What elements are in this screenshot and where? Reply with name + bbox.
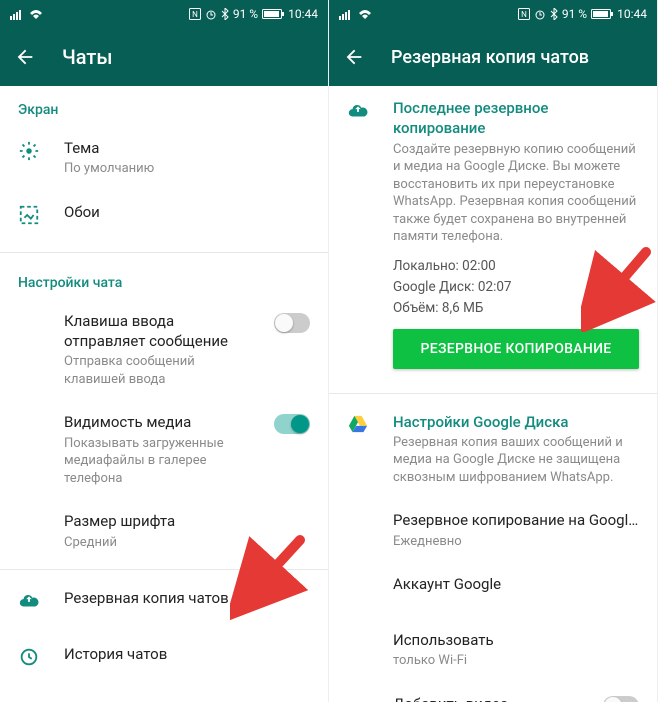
back-icon[interactable]: [14, 46, 36, 68]
clock-text: 10:44: [288, 7, 318, 21]
last-backup-section: Последнее резервное копирование Создайте…: [329, 86, 657, 387]
network-use-value: только Wi-Fi: [393, 652, 639, 670]
signal-icon: [10, 8, 24, 20]
enter-send-toggle[interactable]: [274, 313, 310, 333]
theme-value: По умолчанию: [64, 160, 310, 178]
nfc-icon: N: [518, 8, 530, 20]
left-screenshot: N 91 % 10:44 Чаты Экран Тема По умолчани…: [0, 0, 329, 702]
network-use-row[interactable]: Использовать только Wi-Fi: [329, 618, 657, 682]
alarm-icon: [205, 8, 217, 20]
enter-send-label: Клавиша ввода отправляет сообщение: [64, 311, 252, 352]
backup-to-google-label: Резервное копирование на Googl…: [393, 510, 639, 530]
font-size-label: Размер шрифта: [64, 511, 310, 531]
app-bar: Резервная копия чатов: [329, 28, 657, 86]
gdrive-desc: Резервная копия ваших сообщений и медиа …: [393, 434, 639, 487]
google-drive-icon: [347, 414, 369, 434]
backup-now-button[interactable]: РЕЗЕРВНОЕ КОПИРОВАНИЕ: [393, 329, 639, 369]
wallpaper-row[interactable]: Обои: [0, 190, 328, 246]
font-size-row[interactable]: Размер шрифта Средний: [0, 499, 328, 563]
cloud-upload-icon: [347, 100, 369, 122]
alarm-icon: [534, 8, 546, 20]
section-chat-settings: Настройки чата: [0, 259, 328, 299]
wifi-icon: [357, 8, 373, 20]
battery-text: 91 %: [233, 7, 258, 21]
page-title: Резервная копия чатов: [391, 47, 589, 68]
include-video-label: Добавить видео: [393, 694, 581, 702]
svg-text:N: N: [192, 10, 198, 19]
gdrive-time: Google Диск: 02:07: [393, 277, 639, 298]
wifi-icon: [28, 8, 44, 20]
clock-text: 10:44: [617, 7, 647, 21]
wallpaper-label: Обои: [64, 202, 310, 222]
theme-row[interactable]: Тема По умолчанию: [0, 126, 328, 190]
backup-size: Объём: 8,6 МБ: [393, 298, 639, 319]
chat-history-label: История чатов: [64, 644, 310, 664]
font-size-value: Средний: [64, 534, 310, 552]
status-bar: N 91 % 10:44: [0, 0, 328, 28]
bluetooth-icon: [221, 8, 229, 20]
battery-icon: [262, 9, 284, 19]
signal-icon: [339, 8, 353, 20]
history-icon: [18, 646, 40, 668]
last-backup-desc: Создайте резервную копию сообщений и мед…: [393, 141, 639, 246]
include-video-row[interactable]: Добавить видео: [329, 682, 657, 702]
nfc-icon: N: [189, 8, 201, 20]
last-backup-heading: Последнее резервное копирование: [393, 98, 639, 139]
chat-history-row[interactable]: История чатов: [0, 632, 328, 688]
enter-send-sub: Отправка сообщений клавишей ввода: [64, 353, 252, 388]
battery-icon: [591, 9, 613, 19]
local-time: Локально: 02:00: [393, 256, 639, 277]
chat-backup-label: Резервная копия чатов: [64, 588, 310, 608]
network-use-label: Использовать: [393, 630, 639, 650]
svg-text:N: N: [521, 10, 527, 19]
media-visibility-sub: Показывать загруженные медиафайлы в гале…: [64, 435, 252, 488]
enter-send-row[interactable]: Клавиша ввода отправляет сообщение Отпра…: [0, 299, 328, 401]
chat-backup-row[interactable]: Резервная копия чатов: [0, 576, 328, 632]
include-video-toggle[interactable]: [603, 696, 639, 702]
theme-label: Тема: [64, 138, 310, 158]
page-title: Чаты: [62, 45, 112, 69]
google-account-label: Аккаунт Google: [393, 574, 639, 594]
google-account-row[interactable]: Аккаунт Google: [329, 562, 657, 618]
wallpaper-icon: [18, 204, 40, 226]
app-bar: Чаты: [0, 28, 328, 86]
status-bar: N 91 % 10:44: [329, 0, 657, 28]
media-visibility-row[interactable]: Видимость медиа Показывать загруженные м…: [0, 400, 328, 499]
bluetooth-icon: [550, 8, 558, 20]
back-icon[interactable]: [343, 46, 365, 68]
media-visibility-label: Видимость медиа: [64, 412, 252, 432]
backup-to-google-row[interactable]: Резервное копирование на Googl… Ежедневн…: [329, 498, 657, 562]
gdrive-heading: Настройки Google Диска: [393, 412, 639, 432]
theme-icon: [18, 140, 40, 162]
media-visibility-toggle[interactable]: [274, 414, 310, 434]
gdrive-settings-section: Настройки Google Диска Резервная копия в…: [329, 400, 657, 499]
right-screenshot: N 91 % 10:44 Резервная копия чатов После…: [329, 0, 658, 702]
section-screen: Экран: [0, 86, 328, 126]
cloud-upload-icon: [18, 590, 40, 612]
battery-text: 91 %: [562, 7, 587, 21]
backup-to-google-value: Ежедневно: [393, 533, 639, 551]
